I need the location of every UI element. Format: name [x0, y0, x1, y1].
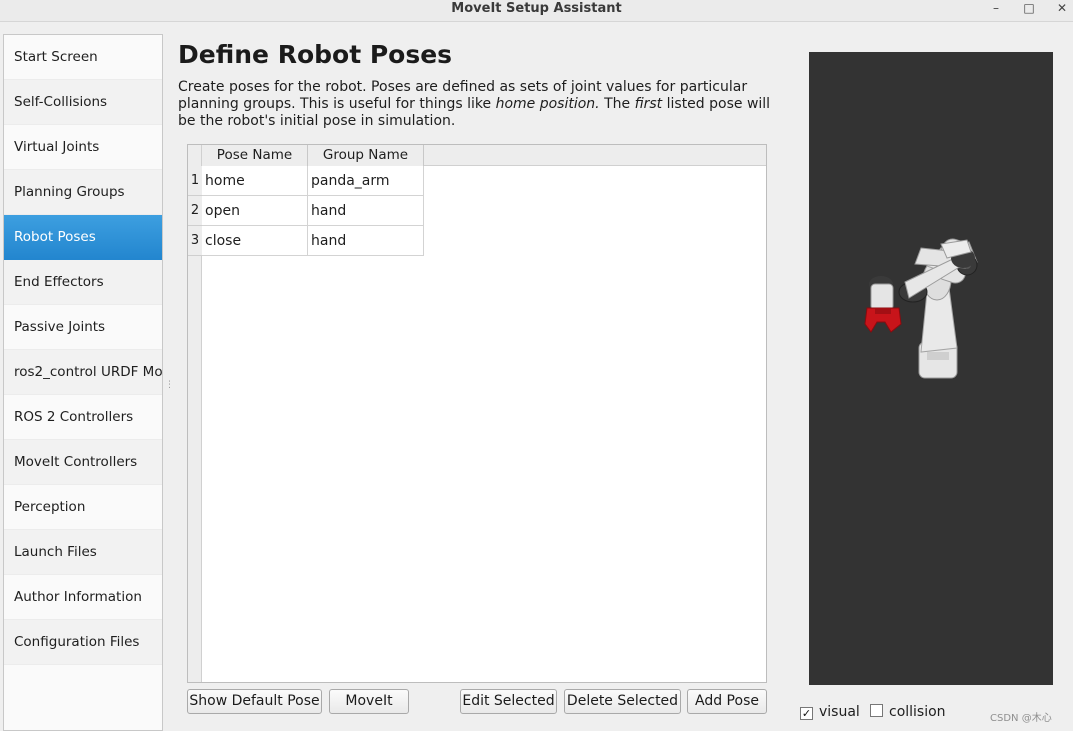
sidebar-item-planning-groups[interactable]: Planning Groups: [4, 170, 162, 215]
window-title: MoveIt Setup Assistant: [451, 1, 622, 16]
sidebar-nav: Start Screen Self-Collisions Virtual Joi…: [3, 34, 163, 731]
robot-3d-viewer[interactable]: [809, 52, 1053, 685]
sidebar-item-start-screen[interactable]: Start Screen: [4, 35, 162, 80]
sidebar-item-perception[interactable]: Perception: [4, 485, 162, 530]
close-button[interactable]: ✕: [1051, 0, 1073, 20]
visual-checkbox[interactable]: ✓ visual: [800, 703, 860, 721]
edit-selected-button[interactable]: Edit Selected: [460, 689, 557, 714]
sidebar-item-end-effectors[interactable]: End Effectors: [4, 260, 162, 305]
page-title: Define Robot Poses: [178, 40, 453, 69]
visual-checkbox-label: visual: [819, 704, 860, 720]
cell-pose-name[interactable]: open: [202, 196, 308, 226]
page-description: Create poses for the robot. Poses are de…: [178, 79, 778, 130]
row-number[interactable]: 3: [188, 226, 202, 256]
delete-selected-button[interactable]: Delete Selected: [564, 689, 681, 714]
sidebar-splitter-handle[interactable]: ⋮: [165, 380, 174, 390]
show-default-pose-button[interactable]: Show Default Pose: [187, 689, 322, 714]
collision-checkbox-box[interactable]: [870, 704, 883, 717]
description-text-2: The: [599, 96, 635, 112]
description-emphasis-home: home position.: [495, 96, 600, 112]
moveit-button[interactable]: MoveIt: [329, 689, 409, 714]
sidebar-item-author-information[interactable]: Author Information: [4, 575, 162, 620]
sidebar-item-ros2-controllers[interactable]: ROS 2 Controllers: [4, 395, 162, 440]
title-bar: MoveIt Setup Assistant – □ ✕: [0, 0, 1073, 22]
robot-arm-model: [864, 238, 978, 379]
collision-checkbox[interactable]: collision: [870, 703, 946, 721]
sidebar-item-moveit-controllers[interactable]: MoveIt Controllers: [4, 440, 162, 485]
sidebar-item-passive-joints[interactable]: Passive Joints: [4, 305, 162, 350]
sidebar-item-launch-files[interactable]: Launch Files: [4, 530, 162, 575]
watermark: CSDN @木心: [990, 713, 1052, 724]
cell-group-name[interactable]: hand: [308, 226, 424, 256]
poses-table[interactable]: Pose Name Group Name 1 home panda_arm 2 …: [187, 144, 767, 683]
description-emphasis-first: first: [634, 96, 663, 112]
sidebar-item-virtual-joints[interactable]: Virtual Joints: [4, 125, 162, 170]
sidebar-item-robot-poses[interactable]: Robot Poses: [4, 215, 162, 260]
sidebar-item-configuration-files[interactable]: Configuration Files: [4, 620, 162, 665]
visual-checkbox-box[interactable]: ✓: [800, 707, 813, 720]
sidebar-item-self-collisions[interactable]: Self-Collisions: [4, 80, 162, 125]
cell-group-name[interactable]: hand: [308, 196, 424, 226]
collision-checkbox-label: collision: [889, 704, 946, 720]
row-number[interactable]: 2: [188, 196, 202, 226]
row-number[interactable]: 1: [188, 166, 202, 196]
add-pose-button[interactable]: Add Pose: [687, 689, 767, 714]
column-header-group-name[interactable]: Group Name: [308, 145, 424, 166]
column-header-pose-name[interactable]: Pose Name: [202, 145, 308, 166]
sidebar-item-ros2-control-urdf[interactable]: ros2_control URDF Mod: [4, 350, 162, 395]
cell-group-name[interactable]: panda_arm: [308, 166, 424, 196]
maximize-button[interactable]: □: [1018, 0, 1040, 20]
minimize-button[interactable]: –: [985, 0, 1007, 20]
cell-pose-name[interactable]: close: [202, 226, 308, 256]
cell-pose-name[interactable]: home: [202, 166, 308, 196]
